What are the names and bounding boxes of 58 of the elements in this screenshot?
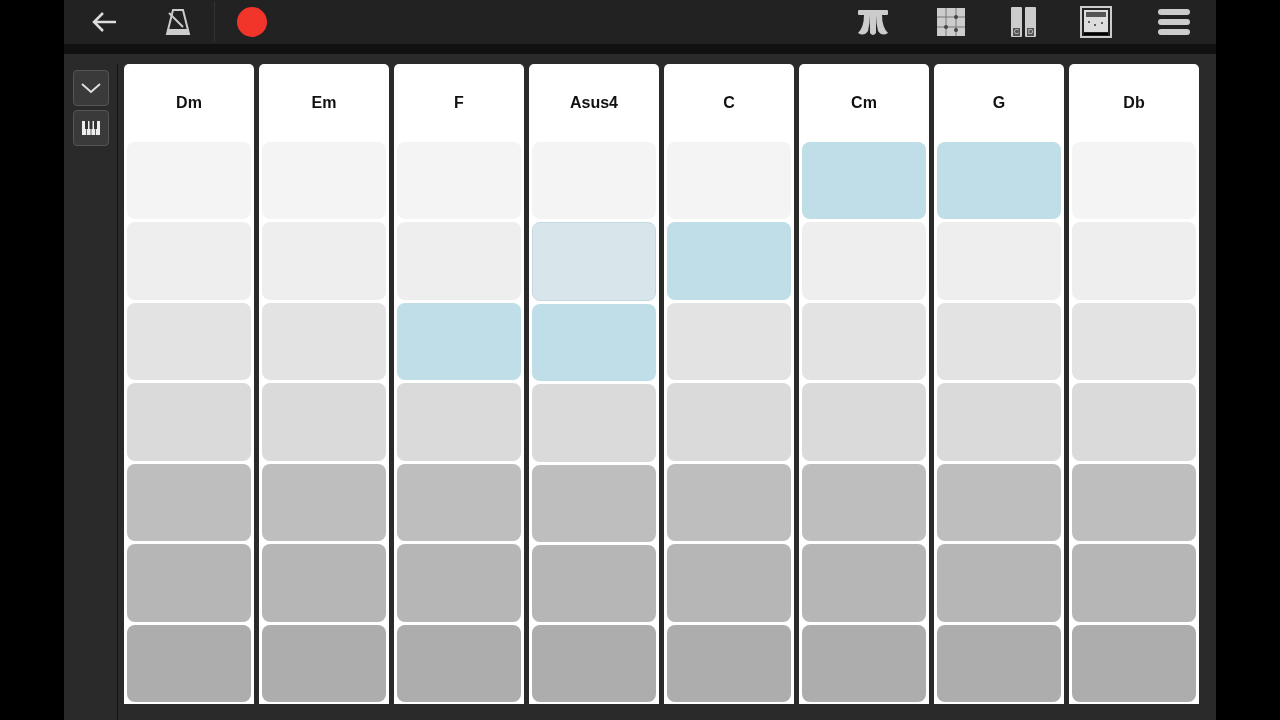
chord-pad[interactable] bbox=[937, 544, 1061, 622]
chord-pad[interactable] bbox=[532, 384, 656, 462]
chord-label: F bbox=[454, 93, 464, 113]
chord-pad[interactable] bbox=[1072, 624, 1196, 702]
chord-pad[interactable] bbox=[127, 544, 251, 622]
chord-pad[interactable] bbox=[127, 624, 251, 702]
chord-pad[interactable] bbox=[937, 383, 1061, 461]
chord-label: Dm bbox=[176, 93, 202, 113]
chord-pad[interactable] bbox=[532, 222, 656, 302]
keyboard-button[interactable] bbox=[72, 110, 109, 146]
chord-pad[interactable] bbox=[937, 463, 1061, 542]
chord-label: C bbox=[723, 93, 735, 113]
chord-pad[interactable] bbox=[667, 544, 791, 622]
chord-pad[interactable] bbox=[802, 383, 926, 461]
chord-pad[interactable] bbox=[397, 624, 521, 702]
chord-pad[interactable] bbox=[262, 463, 386, 542]
chord-pad[interactable] bbox=[262, 302, 386, 381]
chord-label: Asus4 bbox=[570, 93, 618, 113]
chord-pad[interactable] bbox=[262, 544, 386, 622]
chord-pad[interactable] bbox=[937, 142, 1061, 220]
chord-pad[interactable] bbox=[1072, 544, 1196, 622]
chord-pad[interactable] bbox=[532, 544, 656, 622]
chord-label: G bbox=[992, 93, 1006, 113]
chord-pad[interactable] bbox=[667, 463, 791, 542]
chord-pad[interactable] bbox=[262, 624, 386, 702]
chord-pad[interactable] bbox=[802, 142, 926, 220]
chord-pad[interactable] bbox=[937, 302, 1061, 381]
chord-pad[interactable] bbox=[127, 463, 251, 542]
chord-pad[interactable] bbox=[127, 383, 251, 461]
sequencer-icon[interactable] bbox=[1078, 4, 1114, 40]
chord-pad[interactable] bbox=[397, 383, 521, 461]
chevron-down-icon bbox=[79, 82, 102, 94]
chord-label: Db bbox=[1123, 93, 1145, 113]
piano-keys-icon bbox=[81, 121, 100, 135]
chord-pad[interactable] bbox=[127, 302, 251, 381]
chord-pad[interactable] bbox=[667, 222, 791, 300]
chord-pad[interactable] bbox=[667, 302, 791, 381]
chord-pad[interactable] bbox=[802, 544, 926, 622]
chord-pad[interactable] bbox=[937, 624, 1061, 702]
chord-label: Em bbox=[311, 93, 337, 113]
chord-pad[interactable] bbox=[262, 383, 386, 461]
chord-pad[interactable] bbox=[667, 624, 791, 702]
chord-pad[interactable] bbox=[397, 463, 521, 542]
chord-label: Cm bbox=[851, 93, 877, 113]
chord-pad[interactable] bbox=[1072, 463, 1196, 542]
chord-pad[interactable] bbox=[1072, 302, 1196, 381]
chord-pad[interactable] bbox=[532, 624, 656, 702]
chord-pad[interactable] bbox=[397, 302, 521, 381]
chord-pad[interactable] bbox=[532, 464, 656, 542]
chord-pad[interactable] bbox=[397, 544, 521, 622]
chord-pad[interactable] bbox=[532, 304, 656, 382]
chord-pad[interactable] bbox=[802, 624, 926, 702]
chord-pad[interactable] bbox=[802, 463, 926, 542]
chord-pad[interactable] bbox=[1072, 383, 1196, 461]
collapse-button[interactable] bbox=[72, 70, 109, 106]
record-button[interactable] bbox=[237, 7, 267, 37]
chord-pad[interactable] bbox=[667, 383, 791, 461]
chord-pad[interactable] bbox=[802, 302, 926, 381]
